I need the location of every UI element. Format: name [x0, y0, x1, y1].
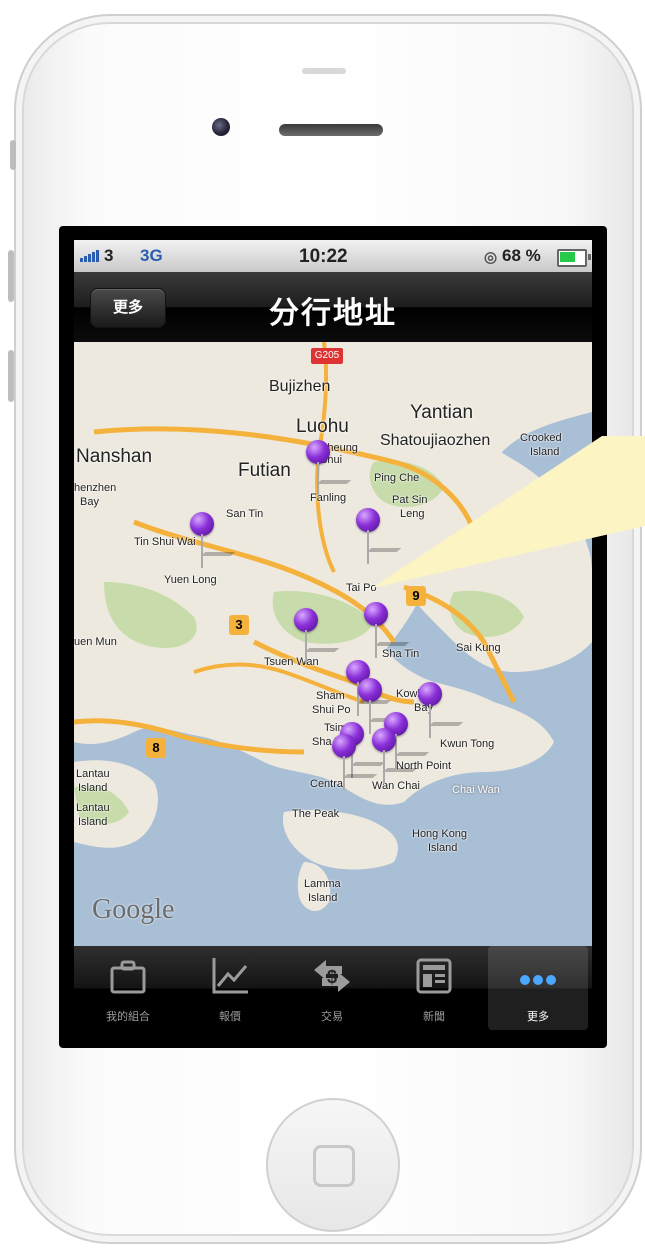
status-bar: 3 3G 10:22 ◎ 68 %	[74, 240, 592, 272]
google-watermark: Google	[92, 894, 175, 925]
map-label: Bujizhen	[269, 378, 331, 395]
carrier-name: 3	[104, 246, 114, 265]
map-label: Island	[428, 842, 458, 854]
branch-pin[interactable]	[306, 440, 330, 496]
map-label: Tin Shui Wai	[134, 536, 196, 548]
map-label: Kwun Tong	[440, 738, 495, 750]
tab-label: 更多	[527, 1011, 549, 1023]
tab-bar: 我的組合 報價 $ 交易 新聞 更多	[74, 946, 592, 1030]
tab-label: 我的組合	[106, 1011, 150, 1023]
tab-quotes[interactable]: 報價	[180, 946, 280, 1030]
tab-more[interactable]: 更多	[488, 946, 588, 1030]
branch-pin[interactable]	[294, 608, 318, 664]
map-label: Island	[78, 816, 108, 828]
map-label: Fanling	[310, 492, 347, 504]
map-label: Lantau	[76, 802, 110, 814]
map-label: Tsuen Wan	[264, 656, 319, 668]
volume-down-button	[8, 350, 14, 402]
home-button[interactable]	[266, 1098, 400, 1232]
map-label: Sai Kung	[456, 642, 501, 654]
front-camera	[212, 118, 230, 136]
map-label: Yantian	[410, 402, 474, 423]
map-label: Shui Po	[312, 704, 351, 716]
map-label: Futian	[238, 460, 291, 481]
branch-pin[interactable]	[418, 682, 442, 738]
map-label: Island	[78, 782, 108, 794]
map-label: Wan Chai	[372, 780, 420, 792]
map-label: Hong Kong	[412, 828, 468, 840]
svg-text:$: $	[327, 967, 337, 987]
page-title: 分行地址	[269, 297, 397, 330]
earpiece-speaker	[279, 124, 383, 136]
map-label: Sham	[316, 690, 345, 702]
map-label: Luohu	[296, 416, 349, 437]
battery-icon	[557, 249, 591, 267]
map-label: henzhen	[74, 482, 117, 494]
branch-pin[interactable]	[372, 728, 396, 784]
branch-pin[interactable]	[358, 678, 382, 734]
volume-up-button	[8, 250, 14, 302]
map-label: San Tin	[226, 508, 264, 520]
road-shield-3: 3	[229, 615, 249, 635]
home-square-icon	[313, 1145, 355, 1187]
map-label: Bay	[80, 496, 99, 508]
map-label: Nanshan	[76, 446, 153, 467]
branch-pin[interactable]	[190, 512, 214, 568]
road-shield-8: 8	[146, 738, 166, 758]
branch-map[interactable]: G205 9 3 8 Bujizhen Yantian Luohu Shatou…	[74, 342, 592, 946]
road-shield-g205: G205	[311, 348, 343, 364]
exchange-icon: $	[314, 960, 350, 992]
line-chart-icon	[212, 958, 248, 994]
map-label: The Peak	[292, 808, 340, 820]
mute-switch	[10, 140, 16, 170]
callout-bubble	[372, 436, 645, 588]
map-label: Lamma	[304, 878, 341, 890]
map-label: Lantau	[76, 768, 110, 780]
map-label: uen Mun	[74, 636, 117, 648]
rotation-lock-icon: ◎	[484, 249, 498, 266]
more-dots-icon	[520, 975, 556, 985]
tab-label: 新聞	[423, 1011, 445, 1023]
newspaper-icon	[416, 958, 452, 994]
battery-percentage: 68 %	[502, 246, 541, 265]
map-label: Central	[310, 778, 346, 790]
map-label: Sha Tin	[382, 648, 420, 660]
tab-trade[interactable]: $ 交易	[282, 946, 382, 1030]
battery-level	[560, 252, 575, 262]
clock: 10:22	[299, 246, 348, 267]
navigation-bar: 更多 分行地址	[74, 272, 592, 342]
tab-news[interactable]: 新聞	[384, 946, 484, 1030]
tab-label: 報價	[219, 1011, 241, 1023]
network-type: 3G	[140, 246, 163, 265]
map-label: Chai Wan	[452, 784, 500, 796]
proximity-sensor	[302, 68, 346, 74]
branch-pin[interactable]	[332, 734, 356, 790]
map-label: Island	[308, 892, 338, 904]
map-label: Yuen Long	[164, 574, 217, 586]
signal-strength-icon	[80, 250, 100, 262]
tab-label: 交易	[321, 1011, 343, 1023]
briefcase-icon	[110, 960, 146, 994]
tab-portfolio[interactable]: 我的組合	[78, 946, 178, 1030]
